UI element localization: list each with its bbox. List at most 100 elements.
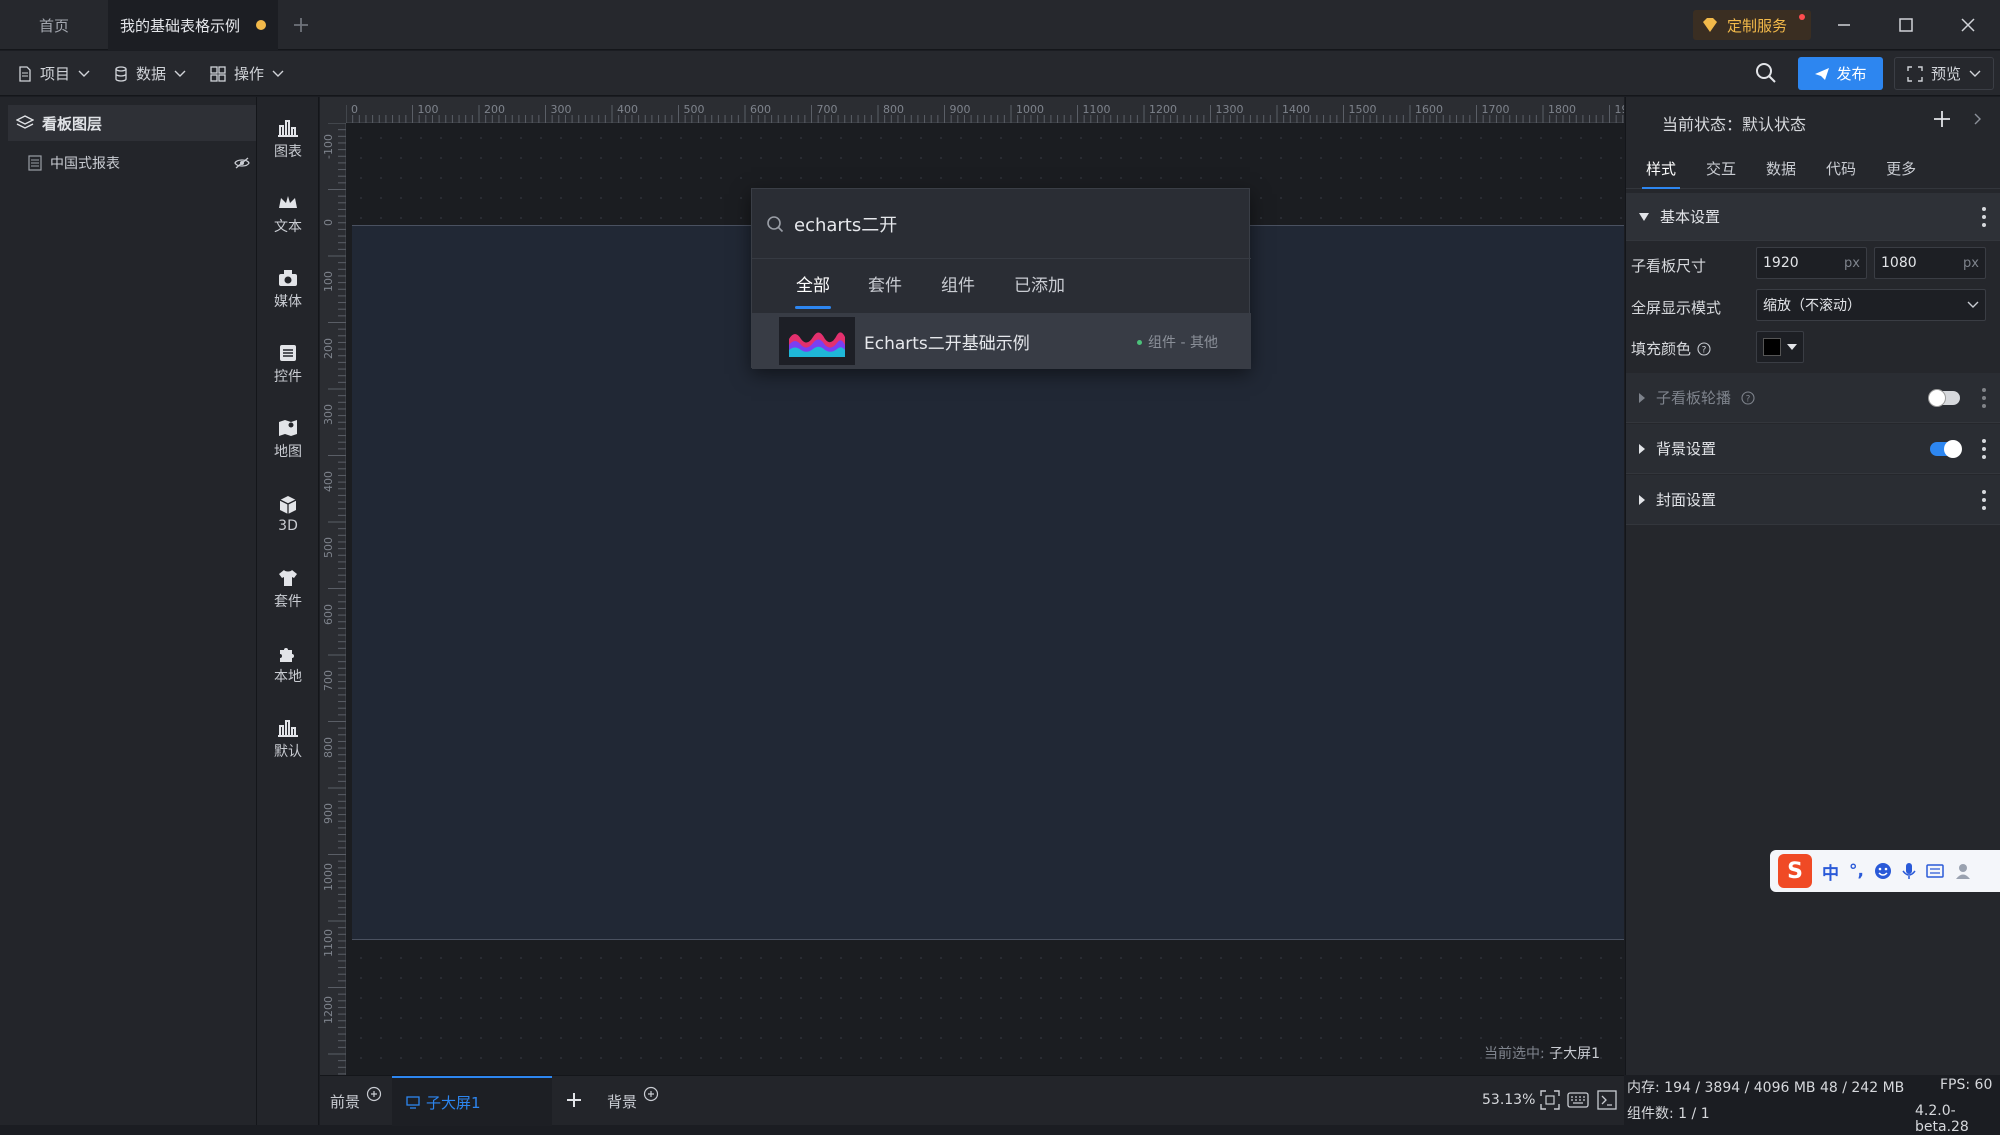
ruler-v-label: -100 <box>322 134 335 159</box>
search-result-item[interactable]: Echarts二开基础示例 组件 - 其他 <box>752 313 1251 369</box>
cube-icon <box>279 496 297 514</box>
layer-item[interactable]: 中国式报表 <box>28 147 250 179</box>
status-dot <box>1137 339 1142 345</box>
publish-button[interactable]: 发布 <box>1798 57 1883 90</box>
add-state-icon[interactable] <box>1932 109 1952 129</box>
category-9[interactable]: 默认 <box>257 703 319 775</box>
tab-home[interactable]: 首页 <box>0 0 108 50</box>
memory-status: 内存: 194 / 3894 / 4096 MB 48 / 242 MB <box>1627 1080 1905 1096</box>
tab-code[interactable]: 代码 <box>1806 149 1866 189</box>
microphone-icon[interactable] <box>1902 862 1916 880</box>
carousel-title: 子看板轮播 <box>1656 389 1732 407</box>
category-label: 默认 <box>274 744 302 760</box>
category-label: 3D <box>278 518 298 534</box>
more-options-icon[interactable] <box>1981 207 1987 227</box>
section-carousel[interactable]: 子看板轮播 ? <box>1626 373 2000 423</box>
terminal-icon[interactable] <box>1597 1090 1617 1110</box>
tab-sub-screen[interactable]: 子大屏1 <box>392 1076 552 1126</box>
category-1[interactable]: 图表 <box>257 103 319 175</box>
maximize-button[interactable] <box>1875 0 1937 50</box>
tab-more[interactable]: 更多 <box>1866 149 1926 189</box>
tab-style[interactable]: 样式 <box>1626 149 1686 189</box>
punctuation-icon[interactable]: °, <box>1849 861 1864 881</box>
preview-button[interactable]: 预览 <box>1894 57 1994 90</box>
search-tab-component[interactable]: 组件 <box>941 271 975 296</box>
layer-item-label: 中国式报表 <box>50 156 120 172</box>
publish-label: 发布 <box>1836 65 1867 83</box>
basic-settings-title: 基本设置 <box>1660 208 1721 226</box>
soft-keyboard-icon[interactable] <box>1926 864 1944 878</box>
background-toggle[interactable] <box>1930 440 1962 458</box>
ruler-v-label: 200 <box>322 337 335 359</box>
fill-color-picker[interactable] <box>1756 331 1804 363</box>
tab-current-project[interactable]: 我的基础表格示例 <box>108 0 278 50</box>
category-6[interactable]: 3D <box>257 478 319 550</box>
operate-menu[interactable]: 操作 <box>210 51 284 96</box>
maximize-icon <box>1899 18 1913 32</box>
keyboard-icon[interactable] <box>1567 1092 1589 1108</box>
emoji-icon[interactable] <box>1874 862 1892 880</box>
tab-foreground[interactable]: 前景 <box>330 1076 382 1126</box>
search-tab-all[interactable]: 全部 <box>796 271 830 296</box>
project-menu[interactable]: 项目 <box>18 51 90 96</box>
category-2[interactable]: 文本 <box>257 178 319 250</box>
board-width-input[interactable]: 1920 px <box>1756 247 1867 279</box>
tab-style-label: 样式 <box>1646 160 1677 178</box>
ruler-h-label: 300 <box>550 103 572 116</box>
ime-mode-label[interactable]: 中 <box>1822 859 1839 884</box>
close-icon <box>1961 18 1975 32</box>
properties-tabs: 样式 交互 数据 代码 更多 <box>1626 149 2000 189</box>
custom-service-button[interactable]: 定制服务 <box>1693 10 1811 40</box>
tab-data[interactable]: 数据 <box>1746 149 1806 189</box>
close-window-button[interactable] <box>1937 0 1999 50</box>
category-label: 套件 <box>274 594 302 610</box>
search-input[interactable]: echarts二开 <box>794 211 897 237</box>
category-4[interactable]: 控件 <box>257 328 319 400</box>
minimize-button[interactable] <box>1813 0 1875 50</box>
caret-down-icon <box>1639 212 1649 221</box>
height-unit: px <box>1963 255 1979 271</box>
result-tag-label: 组件 - 其他 <box>1148 335 1218 351</box>
tab-background[interactable]: 背景 <box>607 1076 659 1126</box>
category-7[interactable]: 套件 <box>257 553 319 625</box>
category-3[interactable]: 媒体 <box>257 253 319 325</box>
category-8[interactable]: 本地 <box>257 628 319 700</box>
ime-toolbar[interactable]: S 中 °, <box>1770 850 2000 892</box>
add-screen-icon[interactable] <box>565 1091 583 1109</box>
tab-interaction[interactable]: 交互 <box>1686 149 1746 189</box>
search-tab-added[interactable]: 已添加 <box>1014 271 1065 296</box>
custom-service-label: 定制服务 <box>1727 16 1788 35</box>
zoom-level[interactable]: 53.13% <box>1482 1092 1535 1108</box>
chevron-right-icon[interactable] <box>1974 113 1982 125</box>
cover-settings-title: 封面设置 <box>1656 491 1717 509</box>
operate-menu-label: 操作 <box>234 65 265 83</box>
section-cover[interactable]: 封面设置 <box>1626 475 2000 525</box>
section-basic-settings[interactable]: 基本设置 <box>1626 193 2000 241</box>
current-state[interactable]: 当前状态：默认状态 <box>1662 111 1806 135</box>
search-icon[interactable] <box>1755 62 1777 84</box>
fullscreen-mode-select[interactable]: 缩放（不滚动） <box>1756 289 1986 321</box>
svg-text:?: ? <box>1702 345 1707 355</box>
search-tab-kit[interactable]: 套件 <box>868 271 902 296</box>
ruler-h-label: 600 <box>750 103 771 116</box>
eye-hidden-icon[interactable] <box>234 157 250 169</box>
ruler-v-label: 100 <box>322 271 335 292</box>
new-tab-icon[interactable] <box>290 14 312 36</box>
form-control-icon <box>280 345 296 361</box>
fit-screen-icon[interactable] <box>1540 1090 1560 1110</box>
ruler-h-label: 900 <box>949 103 971 116</box>
category-5[interactable]: 地图 <box>257 403 319 475</box>
sogou-logo-icon: S <box>1778 854 1812 888</box>
layers-icon <box>16 115 34 129</box>
user-icon[interactable] <box>1954 862 1972 880</box>
more-options-icon[interactable] <box>1981 439 1987 459</box>
data-menu[interactable]: 数据 <box>114 51 186 96</box>
more-options-icon[interactable] <box>1981 490 1987 510</box>
fill-color-row: 填充颜色 ? <box>1631 338 1711 359</box>
board-height-input[interactable]: 1080 px <box>1874 247 1986 279</box>
ruler-v-label: 1100 <box>322 929 335 957</box>
carousel-toggle[interactable] <box>1928 389 1960 407</box>
more-options-icon[interactable] <box>1981 388 1987 408</box>
help-icon: ? <box>1697 341 1711 356</box>
section-background[interactable]: 背景设置 <box>1626 424 2000 474</box>
